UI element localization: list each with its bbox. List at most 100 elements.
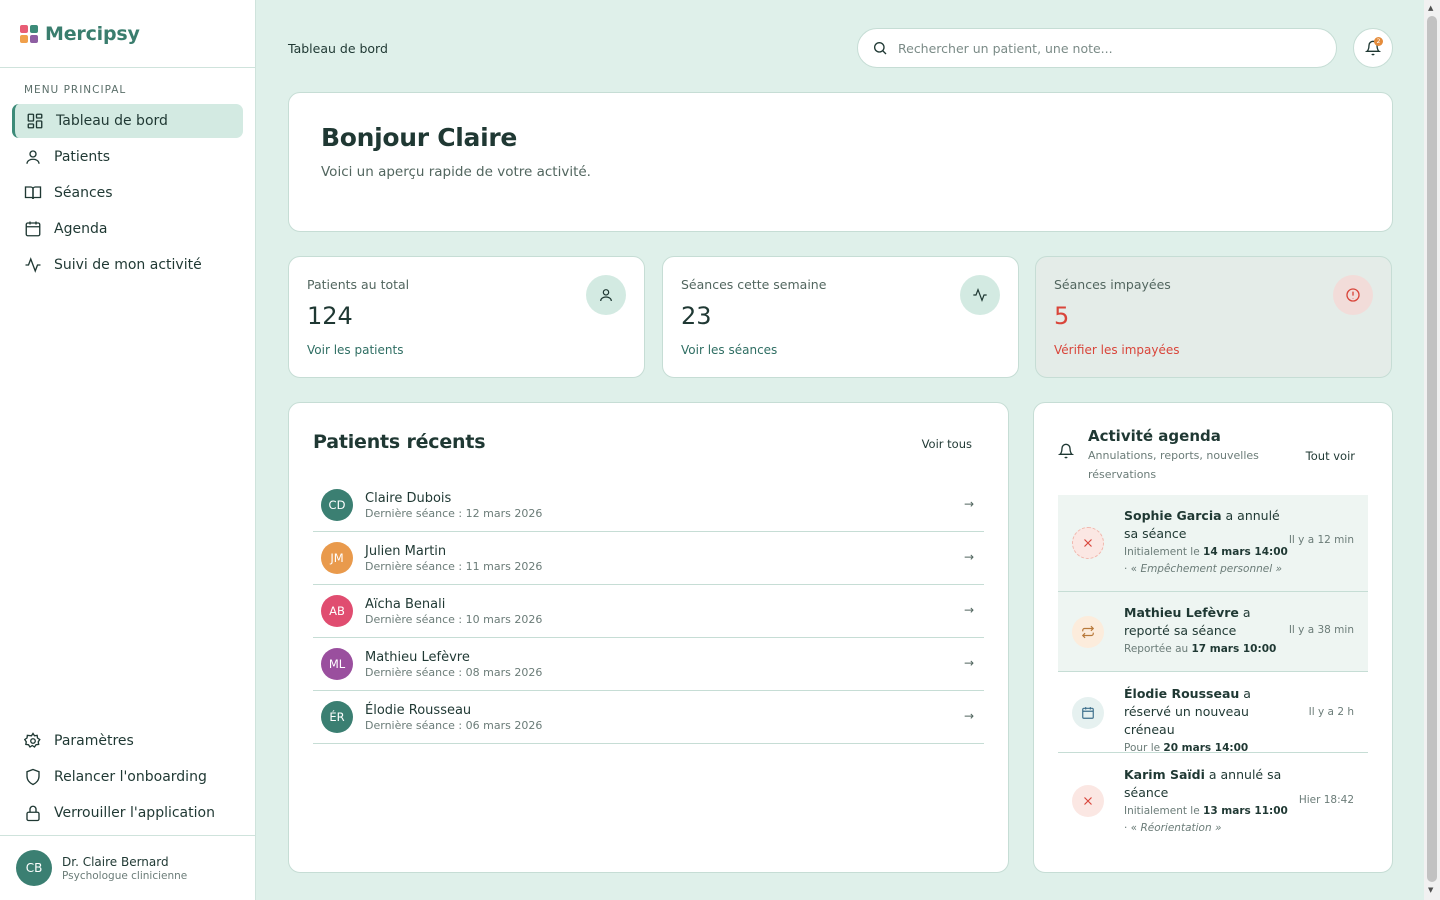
calendar-icon bbox=[25, 221, 41, 237]
alert-circle-icon bbox=[1346, 288, 1360, 302]
activity-detail: Initialement le 13 mars 11:00 · « Réorie… bbox=[1124, 803, 1294, 837]
scroll-up-icon[interactable]: ▲ bbox=[1428, 4, 1433, 12]
activity-patient: Élodie Rousseau bbox=[1124, 686, 1240, 701]
app-logo[interactable]: Mercipsy bbox=[0, 0, 255, 68]
search-input[interactable] bbox=[898, 40, 1318, 56]
avatar: ML bbox=[321, 648, 353, 680]
sidebar-item-lock[interactable]: Verrouiller l'application bbox=[12, 796, 243, 830]
user-icon bbox=[600, 289, 612, 302]
activity-text: Mathieu Lefèvre a reporté sa séance bbox=[1124, 604, 1294, 640]
avatar: JM bbox=[321, 542, 353, 574]
gear-icon bbox=[24, 732, 41, 748]
stat-link[interactable]: Voir les patients bbox=[307, 343, 626, 357]
activity-date: 14 mars 14:00 bbox=[1203, 546, 1288, 558]
stat-link[interactable]: Vérifier les impayées bbox=[1054, 343, 1373, 357]
patient-last-session: Dernière séance : 08 mars 2026 bbox=[365, 665, 543, 679]
patient-row[interactable]: ÉR Élodie Rousseau Dernière séance : 06 m… bbox=[313, 691, 984, 744]
close-icon bbox=[1084, 539, 1092, 547]
user-role: Psychologue clinicienne bbox=[62, 869, 188, 882]
activity-text: Sophie Garcia a annulé sa séance bbox=[1124, 507, 1294, 543]
patient-last-session: Dernière séance : 12 mars 2026 bbox=[365, 506, 543, 520]
breadcrumb: Tableau de bord bbox=[288, 41, 388, 56]
activity-icon-badge bbox=[1072, 527, 1104, 559]
sidebar-item-label: Séances bbox=[54, 185, 113, 201]
sidebar-item-patients[interactable]: Patients bbox=[12, 140, 243, 174]
stat-label: Séances cette semaine bbox=[681, 277, 827, 292]
sidebar-item-sessions[interactable]: Séances bbox=[12, 176, 243, 210]
patient-last-session: Dernière séance : 11 mars 2026 bbox=[365, 559, 543, 573]
activity-item[interactable]: Sophie Garcia a annulé sa séance Initial… bbox=[1058, 495, 1368, 592]
sidebar-item-activity[interactable]: Suivi de mon activité bbox=[12, 248, 243, 282]
arrow-right-icon: → bbox=[963, 550, 974, 564]
activity-detail-suffix: · « bbox=[1124, 822, 1141, 834]
activity-item[interactable]: Karim Saïdi a annulé sa séance Initialem… bbox=[1058, 753, 1368, 849]
scroll-thumb[interactable] bbox=[1427, 16, 1437, 882]
notifications-button[interactable]: 2 bbox=[1353, 28, 1393, 68]
activity-patient: Sophie Garcia bbox=[1124, 508, 1222, 523]
arrow-right-icon: → bbox=[963, 709, 974, 723]
activity-detail: Initialement le 14 mars 14:00 · « Empêch… bbox=[1124, 544, 1294, 578]
book-icon bbox=[24, 186, 42, 200]
patient-row[interactable]: AB Aïcha Benali Dernière séance : 10 mars… bbox=[313, 585, 984, 638]
patient-row[interactable]: ML Mathieu Lefèvre Dernière séance : 08 m… bbox=[313, 638, 984, 691]
activity-detail-prefix: Initialement le bbox=[1124, 805, 1204, 817]
patient-name: Mathieu Lefèvre bbox=[365, 649, 470, 665]
activity-icon-badge bbox=[1072, 616, 1104, 648]
app-name: Mercipsy bbox=[45, 22, 140, 45]
activity-icon bbox=[25, 257, 41, 273]
activity-icon-badge bbox=[1072, 785, 1104, 817]
activity-icon bbox=[973, 287, 987, 303]
patient-row[interactable]: JM Julien Martin Dernière séance : 11 mar… bbox=[313, 532, 984, 585]
scroll-down-icon[interactable]: ▼ bbox=[1428, 886, 1433, 894]
page-scrollbar[interactable]: ▲ ▼ bbox=[1424, 0, 1440, 900]
section-title: Activité agenda bbox=[1088, 427, 1221, 445]
recent-patients-card: Patients récents Voir tous CD Claire Dub… bbox=[288, 402, 1009, 873]
activity-item[interactable]: Élodie Rousseau a réservé un nouveau cré… bbox=[1058, 672, 1368, 754]
stat-link[interactable]: Voir les séances bbox=[681, 343, 1000, 357]
activity-detail: Reportée au 17 mars 10:00 bbox=[1124, 641, 1294, 658]
patient-last-session: Dernière séance : 10 mars 2026 bbox=[365, 612, 543, 626]
patient-name: Élodie Rousseau bbox=[365, 702, 472, 718]
stat-label: Patients au total bbox=[307, 277, 410, 292]
avatar: CB bbox=[16, 850, 52, 886]
user-profile[interactable]: CB Dr. Claire Bernard Psychologue clinic… bbox=[0, 835, 255, 900]
activity-time: Il y a 38 min bbox=[1288, 624, 1354, 636]
activity-reason: Réorientation » bbox=[1140, 822, 1222, 834]
calendar-icon bbox=[1082, 707, 1094, 719]
logo-icon bbox=[20, 24, 38, 43]
activity-detail-prefix: Reportée au bbox=[1124, 643, 1192, 655]
avatar: ÉR bbox=[321, 701, 353, 733]
arrow-right-icon: → bbox=[963, 603, 974, 617]
sidebar-item-label: Relancer l'onboarding bbox=[54, 769, 207, 785]
agenda-activity-card: Activité agenda Annulations, reports, no… bbox=[1033, 402, 1393, 873]
sidebar-item-label: Paramètres bbox=[54, 733, 134, 749]
activity-item[interactable]: Mathieu Lefèvre a reporté sa séance Repo… bbox=[1058, 592, 1368, 672]
activity-icon-badge bbox=[1072, 697, 1104, 729]
activity-date: 17 mars 10:00 bbox=[1191, 643, 1277, 655]
activity-patient: Mathieu Lefèvre bbox=[1124, 605, 1239, 620]
stat-value: 23 bbox=[681, 302, 712, 330]
activity-time: Il y a 12 min bbox=[1288, 534, 1354, 546]
sidebar-item-label: Patients bbox=[54, 149, 111, 165]
patient-row[interactable]: CD Claire Dubois Dernière séance : 12 mar… bbox=[313, 479, 984, 532]
bottom-nav: Paramètres Relancer l'onboarding Verroui… bbox=[12, 724, 243, 832]
search-bar[interactable] bbox=[857, 28, 1337, 68]
sidebar-item-dashboard[interactable]: Tableau de bord bbox=[12, 104, 243, 138]
see-all-agenda-link[interactable]: Tout voir bbox=[1306, 449, 1355, 463]
sidebar: Mercipsy MENU PRINCIPAL Tableau de bord … bbox=[0, 0, 256, 900]
activity-detail-suffix: · « bbox=[1124, 563, 1141, 575]
stat-card-patients: Patients au total 124 Voir les patients bbox=[288, 256, 645, 378]
sidebar-item-settings[interactable]: Paramètres bbox=[12, 724, 243, 758]
see-all-patients-link[interactable]: Voir tous bbox=[922, 437, 972, 451]
patient-name: Aïcha Benali bbox=[365, 596, 446, 612]
avatar: CD bbox=[321, 489, 353, 521]
sidebar-item-agenda[interactable]: Agenda bbox=[12, 212, 243, 246]
patient-name: Claire Dubois bbox=[365, 490, 452, 506]
arrow-right-icon: → bbox=[963, 497, 974, 511]
arrow-right-icon: → bbox=[963, 656, 974, 670]
welcome-subtitle: Voici un aperçu rapide de votre activité… bbox=[321, 164, 591, 180]
shield-icon bbox=[26, 768, 40, 786]
stat-label: Séances impayées bbox=[1054, 277, 1171, 292]
sidebar-item-onboarding[interactable]: Relancer l'onboarding bbox=[12, 760, 243, 794]
stat-card-sessions: Séances cette semaine 23 Voir les séance… bbox=[662, 256, 1019, 378]
